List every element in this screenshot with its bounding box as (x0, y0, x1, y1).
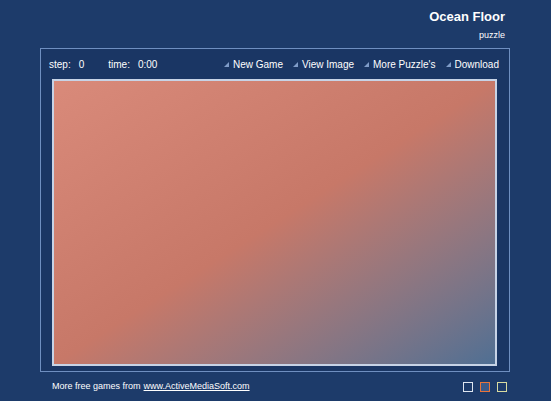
stat: step:0 (49, 57, 84, 72)
arrow-icon (224, 62, 229, 67)
game-subtitle: puzzle (479, 29, 505, 41)
menu-item[interactable]: Download (446, 57, 499, 72)
menu-item[interactable]: New Game (224, 57, 283, 72)
puzzle-board[interactable] (52, 79, 497, 366)
toolbar: step:0 time:0:00 New Game View Image More Pu… (41, 49, 509, 79)
menu-item[interactable]: More Puzzle's (364, 57, 436, 72)
header: Ocean Floor puzzle (0, 0, 551, 48)
game-title: Ocean Floor (429, 9, 505, 25)
arrow-icon (446, 62, 451, 67)
color-swatch[interactable] (463, 382, 473, 392)
arrow-icon (293, 62, 298, 67)
color-swatch[interactable] (497, 382, 507, 392)
color-swatch[interactable] (480, 382, 490, 392)
game-window: Ocean Floor puzzle step:0 time:0:00 New Game… (0, 0, 551, 401)
footer-link[interactable]: www.ActiveMediaSoft.com (144, 380, 250, 394)
stat: time:0:00 (108, 57, 157, 72)
footer-text: More free games from (52, 380, 141, 394)
menu-item[interactable]: View Image (293, 57, 354, 72)
footer: More free games fromwww.ActiveMediaSoft.… (0, 380, 551, 394)
game-panel: step:0 time:0:00 New Game View Image More Pu… (40, 48, 510, 372)
arrow-icon (364, 62, 369, 67)
